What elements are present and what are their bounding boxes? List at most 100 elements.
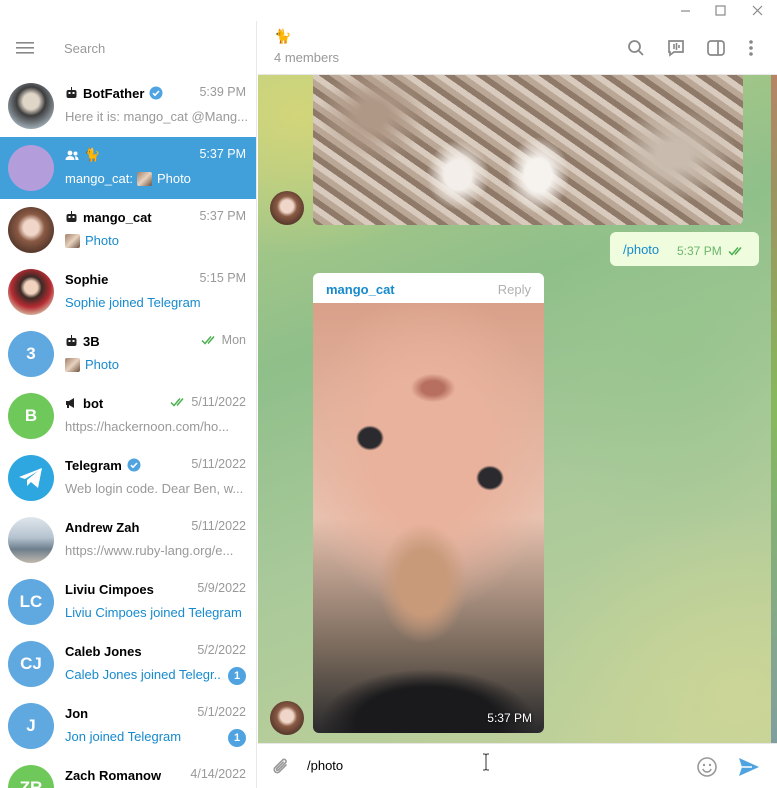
message-input[interactable]: /photo (307, 758, 343, 773)
attach-icon[interactable] (268, 754, 294, 780)
menu-icon[interactable] (0, 21, 50, 75)
chat-preview: Liviu Cimpoes joined Telegram (65, 605, 242, 620)
chat-preview: Photo (85, 357, 119, 372)
search-icon[interactable] (624, 36, 648, 60)
photo-thumbnail (65, 357, 80, 372)
chat-item-cat-group[interactable]: 🐈 5:37 PM mango_cat: Photo (0, 137, 256, 199)
chat-item-liviu-cimpoes[interactable]: LC Liviu Cimpoes 5/9/2022 Liviu Cimpoes … (0, 571, 256, 633)
chat-title: Liviu Cimpoes (65, 581, 154, 597)
send-icon[interactable] (736, 754, 762, 780)
verified-icon (149, 86, 163, 100)
photo-thumbnail (136, 171, 152, 186)
avatar (8, 517, 54, 563)
chat-sender: mango_cat: (65, 171, 133, 186)
chat-title: BotFather (83, 85, 145, 101)
sender-avatar[interactable] (270, 701, 304, 735)
avatar (8, 207, 54, 253)
chat-preview: Web login code. Dear Ben, w... (65, 481, 244, 496)
scrollbar[interactable] (771, 75, 777, 743)
message-photo[interactable] (313, 303, 544, 733)
chat-title: mango_cat (83, 209, 152, 225)
chat-preview: Photo (85, 233, 119, 248)
chat-title: bot (83, 395, 104, 411)
chat-item-jon[interactable]: J Jon 5/1/2022 Jon joined Telegram 1 (0, 695, 256, 757)
chat-time: 5/1/2022 (197, 705, 246, 719)
avatar: 3 (8, 331, 54, 377)
conversation-pane: 🐈 4 members /photo 5:37 PM mango_cat Rep… (258, 21, 777, 788)
message-time: 5:37 PM (677, 244, 722, 258)
message-time: 5:37 PM (487, 711, 532, 725)
avatar: LC (8, 579, 54, 625)
chat-title: 🐈 (84, 147, 101, 162)
chat-list-pane: Search BotFather 5:39 PM Here it is: man… (0, 21, 257, 788)
chat-item-botfather[interactable]: BotFather 5:39 PM Here it is: mango_cat … (0, 75, 256, 137)
chat-title: Sophie (65, 271, 109, 287)
chat-item-caleb-jones[interactable]: CJ Caleb Jones 5/2/2022 Caleb Jones join… (0, 633, 256, 695)
chat-preview: Here it is: mango_cat @Mang... (65, 109, 247, 124)
voice-chat-icon[interactable] (664, 36, 688, 60)
chat-time: 5/9/2022 (197, 581, 246, 595)
verified-icon (127, 458, 141, 472)
close-icon[interactable] (741, 0, 773, 21)
avatar (8, 83, 54, 129)
chat-time: 5/2/2022 (197, 643, 246, 657)
chat-item-zach-romanow[interactable]: ZR Zach Romanow 4/14/2022 (0, 757, 256, 788)
maximize-icon[interactable] (704, 0, 736, 21)
avatar (8, 145, 54, 191)
chat-item-sophie[interactable]: Sophie 5:15 PM Sophie joined Telegram (0, 261, 256, 323)
chat-time: 5/11/2022 (191, 395, 246, 409)
chat-title: 3B (83, 333, 100, 349)
outgoing-message[interactable]: /photo 5:37 PM (610, 232, 759, 266)
search-input[interactable]: Search (64, 41, 105, 56)
double-check-icon (170, 397, 187, 407)
chat-preview: Jon joined Telegram (65, 729, 182, 744)
bot-icon (65, 211, 78, 223)
chat-title: Andrew Zah (65, 519, 140, 535)
chat-time: 5:39 PM (199, 85, 246, 99)
unread-badge: 1 (228, 667, 246, 685)
chat-preview: Caleb Jones joined Telegr... (65, 667, 220, 682)
avatar: CJ (8, 641, 54, 687)
more-options-icon[interactable] (739, 36, 763, 60)
chat-item-3b[interactable]: 3 3B Mon Photo (0, 323, 256, 385)
sender-avatar[interactable] (270, 191, 304, 225)
chat-time: 4/14/2022 (190, 767, 246, 781)
photo-thumbnail (65, 233, 80, 248)
chat-time: 5/11/2022 (191, 519, 246, 533)
channel-icon (65, 397, 78, 409)
message-sender[interactable]: mango_cat (326, 282, 395, 297)
message-text[interactable]: /photo (623, 242, 659, 257)
emoji-icon[interactable] (694, 754, 720, 780)
bot-icon (65, 87, 78, 99)
chat-title: Telegram (65, 457, 122, 473)
chat-item-telegram[interactable]: Telegram 5/11/2022 Web login code. Dear … (0, 447, 256, 509)
message-composer: /photo (258, 743, 777, 788)
window-titlebar (0, 0, 777, 21)
minimize-icon[interactable] (669, 0, 701, 21)
chat-preview: Sophie joined Telegram (65, 295, 201, 310)
chat-item-andrew-zah[interactable]: Andrew Zah 5/11/2022 https://www.ruby-la… (0, 509, 256, 571)
chat-preview: Photo (156, 171, 191, 186)
incoming-message[interactable]: mango_cat Reply 5:37 PM (313, 273, 544, 733)
avatar: B (8, 393, 54, 439)
chat-item-mango-cat[interactable]: mango_cat 5:37 PM Photo (0, 199, 256, 261)
double-check-icon (201, 335, 218, 345)
chat-time: Mon (221, 333, 246, 347)
chat-title: Jon (65, 705, 89, 721)
chat-preview: https://www.ruby-lang.org/e... (65, 543, 234, 558)
avatar (8, 269, 54, 315)
message-photo[interactable] (313, 75, 743, 225)
chat-time: 5:37 PM (199, 147, 246, 161)
chat-item-bot[interactable]: B bot 5/11/2022 https://hackernoon.com/h… (0, 385, 256, 447)
sidebar-toggle-icon[interactable] (704, 36, 728, 60)
chat-header-subtitle: 4 members (274, 50, 340, 65)
telegram-logo-icon (19, 468, 42, 488)
reply-button[interactable]: Reply (498, 282, 531, 297)
avatar (8, 455, 54, 501)
message-area[interactable]: /photo 5:37 PM mango_cat Reply 5:37 PM (258, 75, 777, 743)
chat-time: 5:37 PM (199, 209, 246, 223)
chat-preview: https://hackernoon.com/ho... (65, 419, 230, 434)
search-bar: Search (0, 21, 256, 75)
chat-header-title[interactable]: 🐈 (274, 28, 291, 45)
text-cursor-icon (482, 753, 490, 771)
